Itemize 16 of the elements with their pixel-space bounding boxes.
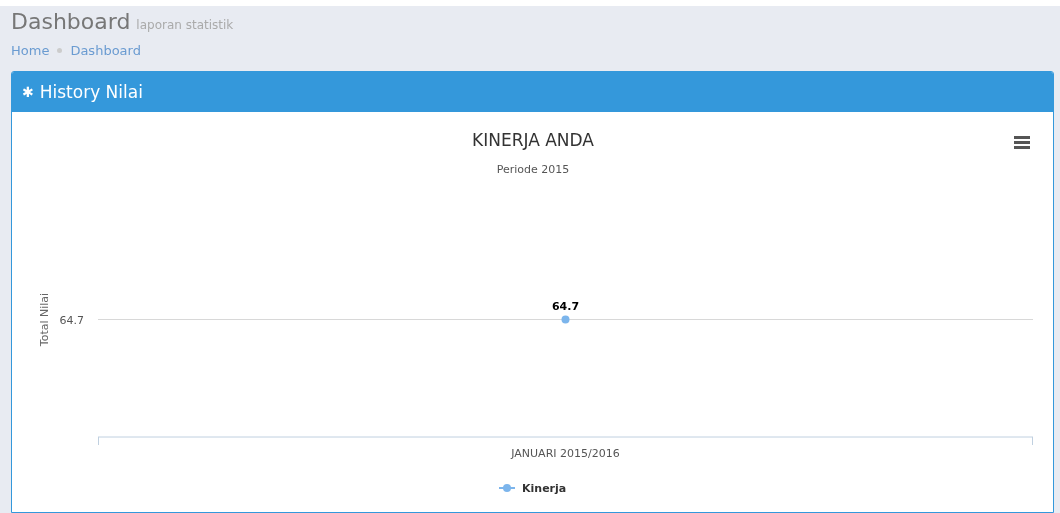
breadcrumb-link[interactable]: Home xyxy=(11,42,50,58)
data-label: 64.7 xyxy=(551,299,580,313)
menu-icon[interactable] xyxy=(1014,136,1030,149)
legend-line-icon xyxy=(498,484,516,492)
chart-subtitle: Periode 2015 xyxy=(496,163,570,176)
y-axis-tick-label: 64.7 xyxy=(59,313,84,327)
page-title: Dashboard xyxy=(11,9,131,34)
breadcrumb-separator-icon xyxy=(57,47,63,53)
page-subtitle: laporan statistik xyxy=(136,18,234,32)
legend-item[interactable]: Kinerja xyxy=(522,482,567,495)
x-axis-category-label: JANUARI 2015/2016 xyxy=(511,447,620,460)
panel-title: History Nilai xyxy=(39,82,143,102)
y-axis-title: Total Nilai xyxy=(38,292,51,347)
breadcrumb-link[interactable]: Dashboard xyxy=(70,42,141,58)
asterisk-icon: ✱ xyxy=(22,84,34,100)
chart-title: KINERJA ANDA xyxy=(472,130,594,150)
